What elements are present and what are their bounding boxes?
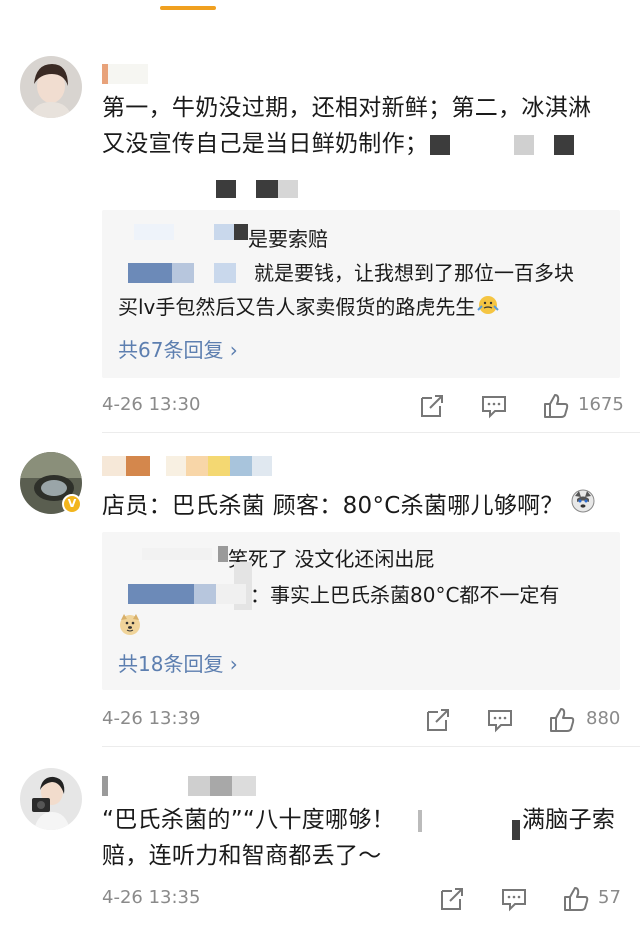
share-icon[interactable]: [418, 392, 446, 420]
redacted-block: [430, 134, 451, 155]
top-tab-bar: [0, 0, 640, 16]
like-count: 1675: [578, 394, 624, 415]
username-redacted[interactable]: [102, 776, 256, 796]
thumbs-up-icon[interactable]: [542, 392, 570, 420]
redacted-block: [216, 584, 246, 604]
comment-text-line: “巴氏杀菌的”“八十度哪够！ 满脑子索: [102, 802, 622, 840]
thumbs-up-icon[interactable]: [562, 885, 590, 913]
comment-icon[interactable]: [486, 706, 514, 734]
redacted-block: [128, 584, 194, 604]
redacted-block: [278, 180, 298, 198]
thumbs-up-icon[interactable]: [548, 706, 576, 734]
emoji-shrug-icon: [477, 294, 500, 324]
redacted-block: [128, 263, 172, 283]
reply-line: ：事实上巴氏杀菌80°C都不一定有: [250, 583, 560, 607]
redacted-block: [514, 134, 535, 155]
comment-icon[interactable]: [480, 392, 508, 420]
verified-badge-icon: V: [62, 494, 82, 514]
comment-text-line: 店员：巴氏杀菌 顾客：80°C杀菌哪儿够啊？: [102, 493, 564, 519]
redacted-block: [142, 548, 212, 560]
like-count: 880: [586, 708, 621, 729]
comment-text: “巴氏杀菌的”“八十度哪够！ 满脑子索 赔，连听力和智商都丢了～: [102, 802, 622, 874]
divider: [102, 432, 640, 433]
reply-preview-box[interactable]: 是要索赔 就是要钱，让我想到了那位一百多块 买lv手包然后又告人家卖假货的路虎先…: [102, 210, 620, 378]
share-icon[interactable]: [438, 885, 466, 913]
redacted-block: [234, 224, 248, 240]
redacted-block: [218, 546, 228, 562]
timestamp: 4-26 13:35: [102, 887, 201, 908]
like-count: 57: [598, 887, 621, 908]
reply-line: 笑死了 没文化还闲出屁: [228, 547, 435, 571]
reply-line: 买lv手包然后又告人家卖假货的路虎先生: [118, 292, 500, 324]
redacted-block: [194, 584, 216, 604]
comment-meta-bar: 4-26 13:35 57: [102, 885, 622, 915]
comment-meta-bar: 4-26 13:30 1675: [102, 392, 624, 422]
redacted-block: [256, 180, 278, 198]
view-replies-link[interactable]: 共67条回复 ›: [118, 334, 238, 363]
redacted-block: [512, 820, 520, 840]
redacted-block: [214, 224, 234, 240]
redacted-block: [418, 810, 422, 832]
reply-line: 是要索赔: [248, 227, 328, 251]
active-tab-indicator: [160, 6, 216, 10]
username-redacted[interactable]: [102, 456, 272, 476]
timestamp: 4-26 13:39: [102, 708, 201, 729]
avatar[interactable]: [20, 768, 82, 830]
avatar[interactable]: [20, 56, 82, 118]
divider: [102, 746, 640, 747]
reply-line: 就是要钱，让我想到了那位一百多块: [254, 261, 574, 285]
redacted-block: [216, 180, 236, 198]
reply-preview-box[interactable]: 笑死了 没文化还闲出屁 ：事实上巴氏杀菌80°C都不一定有 共18条回复 ›: [102, 532, 620, 690]
redacted-block: [134, 224, 174, 240]
emoji-doge-icon: [118, 612, 142, 640]
comment-text-line: 第一，牛奶没过期，还相对新鲜；第二，冰淇淋: [102, 95, 592, 121]
comment-text-line: 又没宣传自己是当日鲜奶制作；: [102, 126, 622, 162]
comment-meta-bar: 4-26 13:39 880: [102, 706, 622, 736]
emoji-husky-icon: [570, 488, 596, 525]
username-redacted[interactable]: [102, 64, 148, 84]
timestamp: 4-26 13:30: [102, 394, 201, 415]
comment-text: 店员：巴氏杀菌 顾客：80°C杀菌哪儿够啊？: [102, 488, 622, 525]
comment-text-line: 赔，连听力和智商都丢了～: [102, 843, 382, 869]
comment-icon[interactable]: [500, 885, 528, 913]
comment-text: 第一，牛奶没过期，还相对新鲜；第二，冰淇淋 又没宣传自己是当日鲜奶制作；: [102, 90, 622, 162]
redacted-block: [172, 263, 194, 283]
share-icon[interactable]: [424, 706, 452, 734]
view-replies-link[interactable]: 共18条回复 ›: [118, 648, 238, 677]
redacted-block: [214, 263, 236, 283]
redacted-block: [554, 134, 575, 155]
